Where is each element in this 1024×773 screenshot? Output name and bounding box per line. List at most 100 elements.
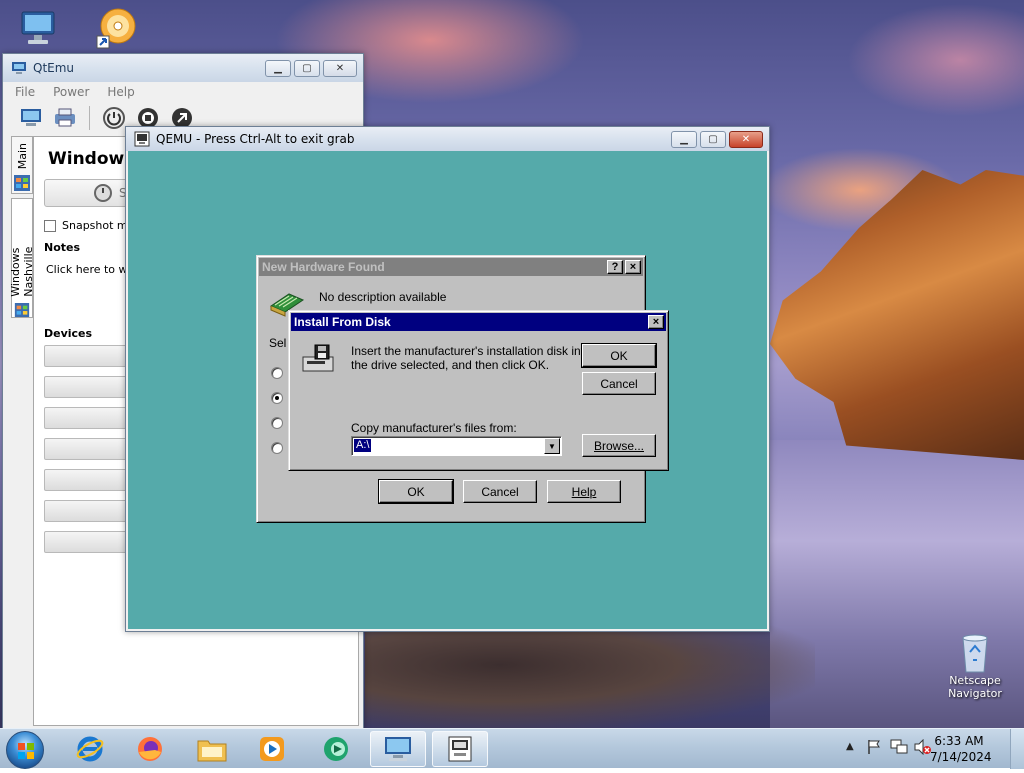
messenger-icon	[324, 737, 348, 761]
select-label: Sel	[269, 336, 287, 350]
menu-help[interactable]: Help	[107, 85, 134, 99]
menu-file[interactable]: File	[15, 85, 35, 99]
install-instructions-line1: Insert the manufacturer's installation d…	[351, 344, 591, 358]
taskbar-firefox[interactable]	[122, 731, 178, 767]
qemu-titlebar[interactable]: QEMU - Press Ctrl-Alt to exit grab ▁ ▢ ✕	[126, 127, 769, 151]
device-description: No description available	[319, 290, 447, 304]
close-icon: ×	[652, 315, 660, 328]
question-icon: ?	[611, 260, 619, 273]
devices-heading: Devices	[44, 327, 93, 340]
ok-label: OK	[407, 484, 425, 499]
source-path-combobox[interactable]: A:\ ▼	[351, 436, 562, 456]
install-from-disk-dialog: Install From Disk × Insert the manufactu…	[288, 310, 669, 471]
new-hardware-titlebar[interactable]: New Hardware Found	[259, 258, 643, 276]
printer-toolbar-button[interactable]	[51, 104, 79, 132]
minimize-icon: ▁	[274, 62, 282, 74]
tab-main-label: Main	[15, 143, 29, 170]
minimize-icon: ▁	[680, 133, 688, 145]
cancel-label: Cancel	[600, 376, 638, 391]
help-title-button[interactable]: ?	[607, 260, 623, 274]
close-title-button[interactable]: ×	[648, 315, 664, 329]
maximize-button[interactable]: ▢	[700, 130, 726, 148]
snapshot-checkbox-box[interactable]	[44, 219, 56, 232]
machine-toolbar-button[interactable]	[17, 104, 45, 132]
power-toolbar-button[interactable]	[100, 104, 128, 132]
firefox-icon	[138, 737, 162, 761]
windows-logo-icon	[14, 175, 30, 192]
system-clock[interactable]: 6:33 AM 7/14/2024	[930, 733, 992, 765]
dropdown-arrow-icon[interactable]: ▼	[544, 438, 560, 454]
wallpaper-cliff	[770, 170, 1024, 460]
recycle-bin-icon	[962, 634, 988, 673]
setup-cd-desktop-icon[interactable]	[92, 6, 140, 50]
cd-shortcut-icon	[96, 8, 136, 49]
minimize-button[interactable]: ▁	[671, 130, 697, 148]
maximize-icon: ▢	[708, 133, 718, 145]
cancel-button[interactable]: Cancel	[463, 480, 537, 503]
driver-option-radio-3[interactable]	[271, 417, 283, 429]
flag-icon[interactable]	[866, 739, 882, 758]
notes-heading: Notes	[44, 241, 81, 254]
source-path-value: A:\	[354, 439, 372, 452]
close-button[interactable]: ✕	[323, 59, 357, 77]
close-icon: ✕	[335, 62, 345, 74]
new-hardware-title: New Hardware Found	[262, 260, 385, 274]
media-player-icon	[260, 737, 284, 761]
driver-option-radio-1[interactable]	[271, 367, 283, 379]
close-button[interactable]: ✕	[729, 130, 763, 148]
clock-time: 6:33 AM	[934, 734, 984, 748]
qtemu-app-icon	[12, 62, 26, 74]
browse-button[interactable]: Browse...	[582, 434, 656, 457]
taskbar: ▲ 6:33 AM 7/14/2024	[0, 728, 1024, 769]
tab-windows-nashville-label: Windows Nashville	[9, 246, 35, 297]
taskbar-messenger[interactable]	[308, 731, 364, 767]
qtemu-title: QtEmu	[33, 61, 75, 75]
computer-icon	[21, 11, 55, 44]
driver-option-radio-4[interactable]	[271, 442, 283, 454]
file-explorer-icon	[197, 740, 227, 762]
install-from-disk-titlebar[interactable]: Install From Disk	[291, 313, 666, 331]
minimize-button[interactable]: ▁	[265, 59, 291, 77]
qemu-app-icon	[134, 131, 150, 147]
ok-button[interactable]: OK	[581, 343, 657, 368]
machine-icon	[21, 109, 41, 126]
menu-power[interactable]: Power	[53, 85, 89, 99]
show-hidden-icon[interactable]: ▲	[846, 741, 854, 752]
computer-desktop-icon[interactable]	[16, 8, 60, 48]
windows-logo-icon	[14, 302, 30, 317]
taskbar-file-explorer[interactable]	[184, 731, 240, 767]
taskbar-qemu[interactable]	[432, 731, 488, 767]
qemu-title: QEMU - Press Ctrl-Alt to exit grab	[156, 132, 355, 146]
close-icon: ✕	[741, 133, 751, 145]
recycle-bin-label-line1: Netscape	[949, 674, 1001, 687]
maximize-icon: ▢	[302, 62, 312, 74]
taskbar-qtemu[interactable]	[370, 731, 426, 767]
machine-tabs: Main Windows Nashville	[9, 136, 35, 726]
close-icon: ×	[629, 260, 637, 273]
recycle-bin-label-line2: Navigator	[948, 687, 1002, 700]
tab-windows-nashville[interactable]: Windows Nashville	[9, 198, 35, 318]
start-button[interactable]	[6, 731, 44, 769]
cancel-button[interactable]: Cancel	[582, 372, 656, 395]
help-button[interactable]: Help	[547, 480, 621, 503]
machine-title: Windows	[48, 149, 135, 169]
qtemu-menubar: File Power Help	[3, 82, 363, 102]
tab-main[interactable]: Main	[11, 136, 33, 194]
windows-logo-icon	[18, 743, 34, 759]
close-title-button[interactable]: ×	[625, 260, 641, 274]
ok-button[interactable]: OK	[378, 479, 454, 504]
snapshot-mode-checkbox[interactable]: Snapshot mo	[44, 219, 134, 232]
recycle-bin-desktop-icon[interactable]: Netscape Navigator	[940, 630, 1010, 700]
qtemu-titlebar[interactable]: QtEmu ▁ ▢ ✕	[3, 54, 363, 82]
taskbar-internet-explorer[interactable]	[62, 731, 118, 767]
network-icon[interactable]	[890, 739, 908, 758]
help-label: Help	[571, 484, 597, 499]
power-icon	[94, 184, 112, 202]
maximize-button[interactable]: ▢	[294, 59, 320, 77]
cancel-label: Cancel	[481, 484, 519, 499]
show-desktop-button[interactable]	[1010, 729, 1024, 769]
ok-label: OK	[610, 348, 628, 363]
internet-explorer-icon	[76, 736, 104, 762]
taskbar-media-player[interactable]	[244, 731, 300, 767]
driver-option-radio-2[interactable]	[271, 392, 283, 404]
